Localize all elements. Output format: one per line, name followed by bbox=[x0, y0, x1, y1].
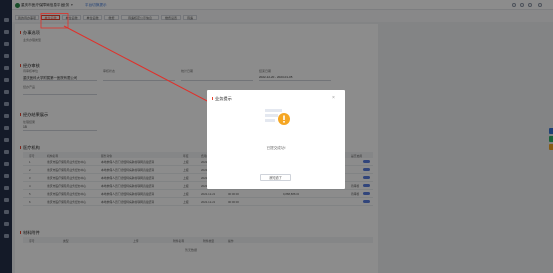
dialog-title: 业务提示 bbox=[215, 96, 232, 101]
dialog-message: 已提交成功! bbox=[266, 146, 286, 150]
close-icon[interactable]: × bbox=[332, 95, 335, 101]
acknowledge-button[interactable]: 我知道了 bbox=[260, 174, 291, 181]
warning-illustration bbox=[265, 109, 290, 125]
annotation-highlight-box bbox=[40, 13, 69, 29]
dialog-title-accent bbox=[212, 96, 213, 100]
business-tip-dialog: 业务提示 × 已提交成功! 我知道了 bbox=[207, 90, 345, 189]
